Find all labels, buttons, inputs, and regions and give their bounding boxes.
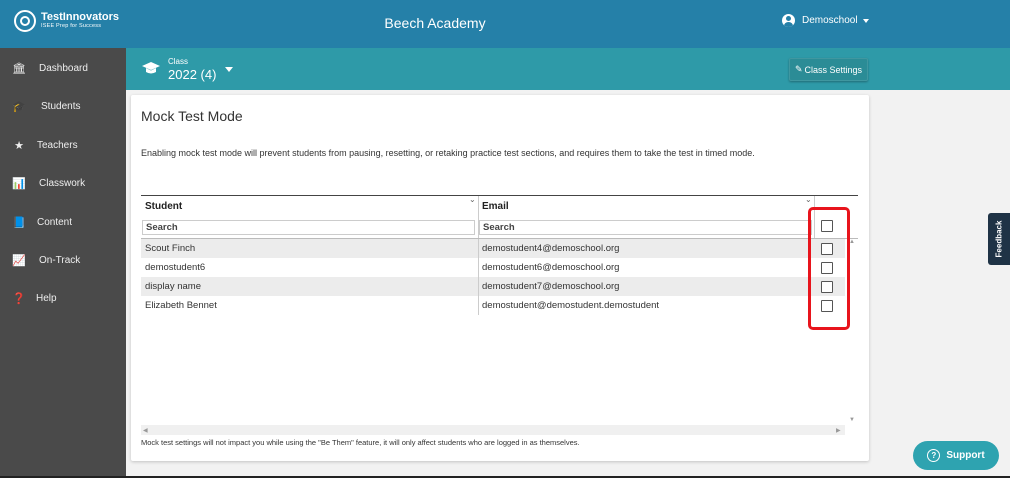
student-email: demostudent7@demoschool.org <box>482 281 620 292</box>
checkbox-highlight <box>808 207 850 330</box>
table-row[interactable]: Elizabeth Bennet demostudent@demostudent… <box>141 296 845 315</box>
sidebar-item-on-track[interactable]: 📈 On-Track <box>0 247 126 273</box>
star-icon: ★ <box>14 139 24 152</box>
sidebar-item-label: Content <box>37 216 73 228</box>
class-label: Class <box>168 57 189 66</box>
sidebar-item-label: On-Track <box>39 254 81 266</box>
sidebar-item-students[interactable]: 🎓 Students <box>0 93 126 119</box>
card-description: Enabling mock test mode will prevent stu… <box>141 148 755 158</box>
bar-chart-icon: 📊 <box>12 177 26 190</box>
chevron-down-icon[interactable]: ⌄ <box>805 195 812 204</box>
column-header-student[interactable]: Student <box>145 201 182 212</box>
top-bar: TestInnovators ISEE Prep for Success Bee… <box>0 0 1010 48</box>
sidebar-item-classwork[interactable]: 📊 Classwork <box>0 170 126 196</box>
sidebar-item-label: Dashboard <box>39 62 88 74</box>
sidebar-item-dashboard[interactable]: 🏛 Dashboard <box>0 55 126 81</box>
card-footer-note: Mock test settings will not impact you w… <box>141 438 580 447</box>
grid-top-border <box>141 195 858 196</box>
student-name: Scout Finch <box>145 243 196 254</box>
class-bar: Class 2022 (4) ✎ Class Settings <box>126 48 1010 90</box>
user-name: Demoschool <box>802 15 858 26</box>
student-email: demostudent6@demoschool.org <box>482 262 620 273</box>
student-email: demostudent4@demoschool.org <box>482 243 620 254</box>
table-row[interactable]: Scout Finch demostudent4@demoschool.org <box>141 239 845 258</box>
graduation-cap-icon <box>142 62 160 74</box>
scroll-left-icon[interactable]: ◀ <box>143 427 148 434</box>
book-icon: 📘 <box>12 216 26 229</box>
support-label: Support <box>946 450 985 461</box>
student-search-input[interactable] <box>142 220 475 235</box>
student-name: demostudent6 <box>145 262 206 273</box>
question-circle-icon: ? <box>927 449 941 462</box>
feedback-label: Feedback <box>994 220 1004 258</box>
class-selector[interactable]: 2022 (4) <box>168 67 216 82</box>
sidebar: 🏛 Dashboard 🎓 Students ★ Teachers 📊 Clas… <box>0 48 126 478</box>
class-settings-button[interactable]: ✎ Class Settings <box>789 58 868 81</box>
user-menu[interactable]: Demoschool <box>782 14 869 27</box>
line-chart-icon: 📈 <box>12 254 26 267</box>
table-row[interactable]: display name demostudent7@demoschool.org <box>141 277 845 296</box>
sidebar-item-help[interactable]: ❓ Help <box>0 285 126 311</box>
column-header-email[interactable]: Email <box>482 201 509 212</box>
table-row[interactable]: demostudent6 demostudent6@demoschool.org <box>141 258 845 277</box>
mock-test-card: Mock Test Mode Enabling mock test mode w… <box>131 95 869 461</box>
scroll-up-icon[interactable]: ▲ <box>849 239 855 245</box>
scroll-down-icon[interactable]: ▼ <box>849 417 855 423</box>
graduation-cap-icon: 🎓 <box>12 100 26 113</box>
scroll-right-icon[interactable]: ▶ <box>836 427 841 434</box>
horizontal-scrollbar[interactable]: ◀ ▶ <box>141 425 845 435</box>
student-email: demostudent@demostudent.demostudent <box>482 300 660 311</box>
student-name: Elizabeth Bennet <box>145 300 217 311</box>
feedback-tab[interactable]: Feedback <box>988 213 1010 265</box>
chevron-down-icon <box>862 18 869 23</box>
card-title: Mock Test Mode <box>141 108 243 124</box>
question-icon: ❓ <box>12 292 26 305</box>
support-button[interactable]: ? Support <box>913 441 999 470</box>
sidebar-item-label: Students <box>41 100 81 112</box>
sidebar-item-content[interactable]: 📘 Content <box>0 209 126 235</box>
sidebar-item-teachers[interactable]: ★ Teachers <box>0 132 126 158</box>
user-circle-icon <box>782 14 795 27</box>
page-title: Beech Academy <box>384 15 486 31</box>
chevron-down-icon[interactable] <box>225 67 233 72</box>
sidebar-item-label: Classwork <box>39 177 86 189</box>
student-name: display name <box>145 281 201 292</box>
class-settings-label: Class Settings <box>804 64 863 75</box>
email-search-input[interactable] <box>479 220 812 235</box>
vertical-scrollbar[interactable]: ▲ ▼ <box>845 239 858 435</box>
chevron-down-icon[interactable]: ⌄ <box>469 195 476 204</box>
bank-icon: 🏛 <box>12 62 26 75</box>
sidebar-item-label: Teachers <box>37 139 78 151</box>
sidebar-item-label: Help <box>36 292 57 304</box>
edit-icon: ✎ <box>794 64 803 74</box>
